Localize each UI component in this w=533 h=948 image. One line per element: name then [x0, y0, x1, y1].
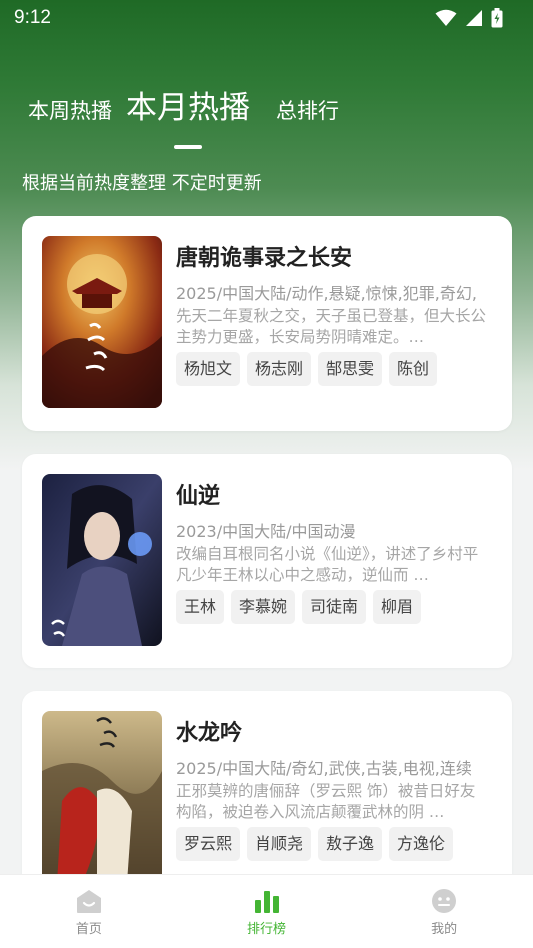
actor-tag[interactable]: 陈创 — [389, 352, 438, 386]
nav-profile[interactable]: 我的 — [355, 875, 533, 948]
actor-tag[interactable]: 司徒南 — [302, 590, 367, 624]
actor-list: 杨旭文 杨志刚 郜思雯 陈创 — [176, 352, 438, 386]
status-icons — [435, 8, 503, 28]
tab-overall[interactable]: 总排行 — [276, 95, 339, 125]
actor-tag[interactable]: 郜思雯 — [318, 352, 383, 386]
rank-tabs: 本周热播 本月热播 总排行 — [28, 82, 339, 149]
show-title: 唐朝诡事录之长安 — [176, 246, 353, 271]
nav-home-label: 首页 — [75, 922, 102, 937]
nav-rank-label: 排行榜 — [247, 922, 287, 937]
show-description: 先天二年夏秋之交，天子虽已登基，但大长公主势力更盛，长安局势阴晴难定。… — [176, 307, 486, 346]
wifi-icon — [435, 9, 457, 26]
status-time: 9:12 — [14, 7, 51, 28]
actor-tag[interactable]: 柳眉 — [373, 590, 422, 624]
rank-icon — [254, 891, 279, 913]
bottom-nav: 首页 排行榜 我的 — [0, 874, 533, 948]
nav-home[interactable]: 首页 — [0, 875, 178, 948]
actor-tag[interactable]: 杨志刚 — [247, 352, 312, 386]
tab-indicator — [174, 145, 202, 149]
nav-profile-label: 我的 — [431, 922, 458, 937]
status-bar: 9:12 — [0, 0, 533, 36]
actor-tag[interactable]: 肖顺尧 — [247, 827, 312, 861]
show-card[interactable]: 唐朝诡事录之长安 2025/中国大陆/动作,悬疑,惊悚,犯罪,奇幻, 先天二年夏… — [22, 216, 512, 431]
poster-image — [42, 474, 162, 646]
actor-tag[interactable]: 王林 — [176, 590, 225, 624]
show-title: 水龙吟 — [176, 721, 243, 746]
nav-rank[interactable]: 排行榜 — [178, 875, 356, 948]
actor-tag[interactable]: 方逸伦 — [389, 827, 454, 861]
show-description: 改编自耳根同名小说《仙逆》，讲述了乡村平凡少年王林以心中之感动，逆仙而 … — [176, 545, 479, 584]
signal-icon — [466, 10, 482, 26]
actor-list: 王林 李慕婉 司徒南 柳眉 — [176, 590, 422, 624]
show-meta: 2023/中国大陆/中国动漫 — [176, 522, 356, 541]
tab-monthly[interactable]: 本月热播 — [126, 82, 250, 149]
profile-icon — [432, 889, 457, 913]
actor-tag[interactable]: 敖子逸 — [318, 827, 383, 861]
show-card[interactable]: 水龙吟 2025/中国大陆/奇幻,武侠,古装,电视,连续 正邪莫辨的唐俪辞（罗云… — [22, 691, 512, 891]
battery-icon — [491, 8, 503, 28]
tab-monthly-label: 本月热播 — [126, 90, 250, 126]
show-title: 仙逆 — [176, 484, 221, 509]
actor-tag[interactable]: 李慕婉 — [231, 590, 296, 624]
show-meta: 2025/中国大陆/动作,悬疑,惊悚,犯罪,奇幻, — [176, 284, 477, 303]
poster-image — [42, 236, 162, 408]
poster-image — [42, 711, 162, 883]
actor-tag[interactable]: 杨旭文 — [176, 352, 241, 386]
page-subtitle: 根据当前热度整理 不定时更新 — [22, 173, 262, 194]
show-card[interactable]: 仙逆 2023/中国大陆/中国动漫 改编自耳根同名小说《仙逆》，讲述了乡村平凡少… — [22, 454, 512, 668]
actor-list: 罗云熙 肖顺尧 敖子逸 方逸伦 — [176, 827, 454, 861]
home-icon — [76, 890, 101, 913]
tab-weekly[interactable]: 本周热播 — [28, 95, 112, 125]
show-description: 正邪莫辨的唐俪辞（罗云熙 饰）被昔日好友构陷，被迫卷入风流店颠覆武林的阴 … — [176, 782, 476, 821]
show-meta: 2025/中国大陆/奇幻,武侠,古装,电视,连续 — [176, 759, 472, 778]
actor-tag[interactable]: 罗云熙 — [176, 827, 241, 861]
